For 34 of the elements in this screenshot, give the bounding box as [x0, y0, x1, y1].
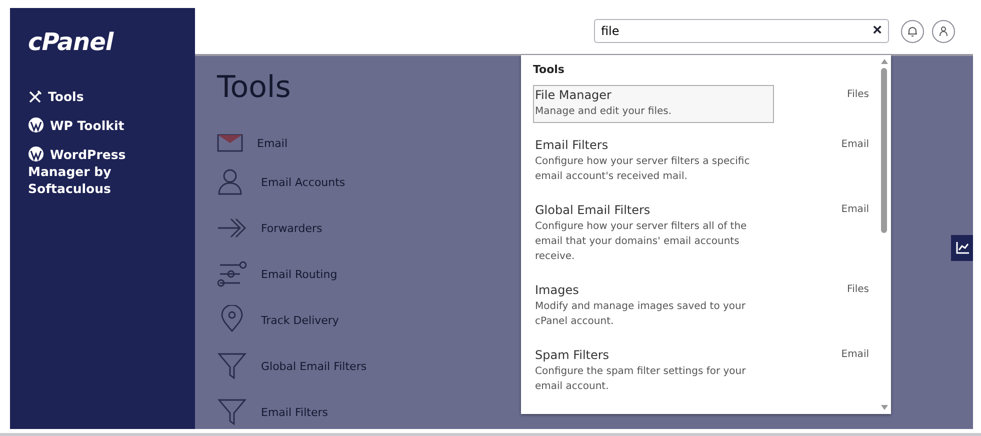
scroll-up-icon[interactable] [880, 59, 888, 64]
wordpress-icon [28, 117, 44, 133]
filter-icon [217, 351, 247, 381]
sidebar-item[interactable]: Tools [28, 88, 183, 105]
scroll-down-icon[interactable] [880, 405, 888, 410]
search-result[interactable]: Images Modify and manage images saved to your cPanel account. [533, 280, 774, 333]
sidebar-item[interactable]: WP Toolkit [28, 117, 183, 134]
tools-icon [28, 90, 42, 104]
search-field[interactable]: file × [594, 19, 889, 43]
clear-button[interactable]: × [872, 22, 882, 40]
search-result[interactable]: Global Email Filters Configure how your server filters all of the email that your domains' email accounts receive. [533, 200, 774, 268]
arrow-icon [217, 217, 247, 239]
dropdown-heading: Tools [533, 63, 566, 76]
user-icon [938, 26, 949, 36]
chart-button[interactable] [951, 235, 973, 261]
envelope-icon [217, 134, 243, 152]
notification-button[interactable] [901, 20, 924, 42]
result-category: Email [841, 349, 869, 360]
routing-icon [217, 259, 247, 289]
filter-icon [217, 397, 247, 427]
user-button[interactable] [932, 20, 955, 42]
page-title: Tools [217, 70, 291, 105]
search-result[interactable]: Spam Filters Configure the spam filter settings for your email account. [533, 345, 774, 398]
wordpress-icon [28, 146, 44, 162]
search-result[interactable]: Email Filters Configure how your server filters a specific email account's received mail. [533, 135, 774, 188]
result-category: Email [841, 204, 869, 215]
result-category: Files [847, 89, 869, 100]
search-result[interactable]: File Manager Manage and edit your files. [533, 85, 774, 123]
chart-icon [956, 242, 968, 254]
sidebar-item[interactable]: WordPress Manager by Softaculous [28, 146, 183, 197]
result-category: Files [847, 284, 869, 295]
logo: cPanel [28, 28, 115, 56]
bell-icon [907, 26, 918, 36]
result-category: Email [841, 139, 869, 150]
